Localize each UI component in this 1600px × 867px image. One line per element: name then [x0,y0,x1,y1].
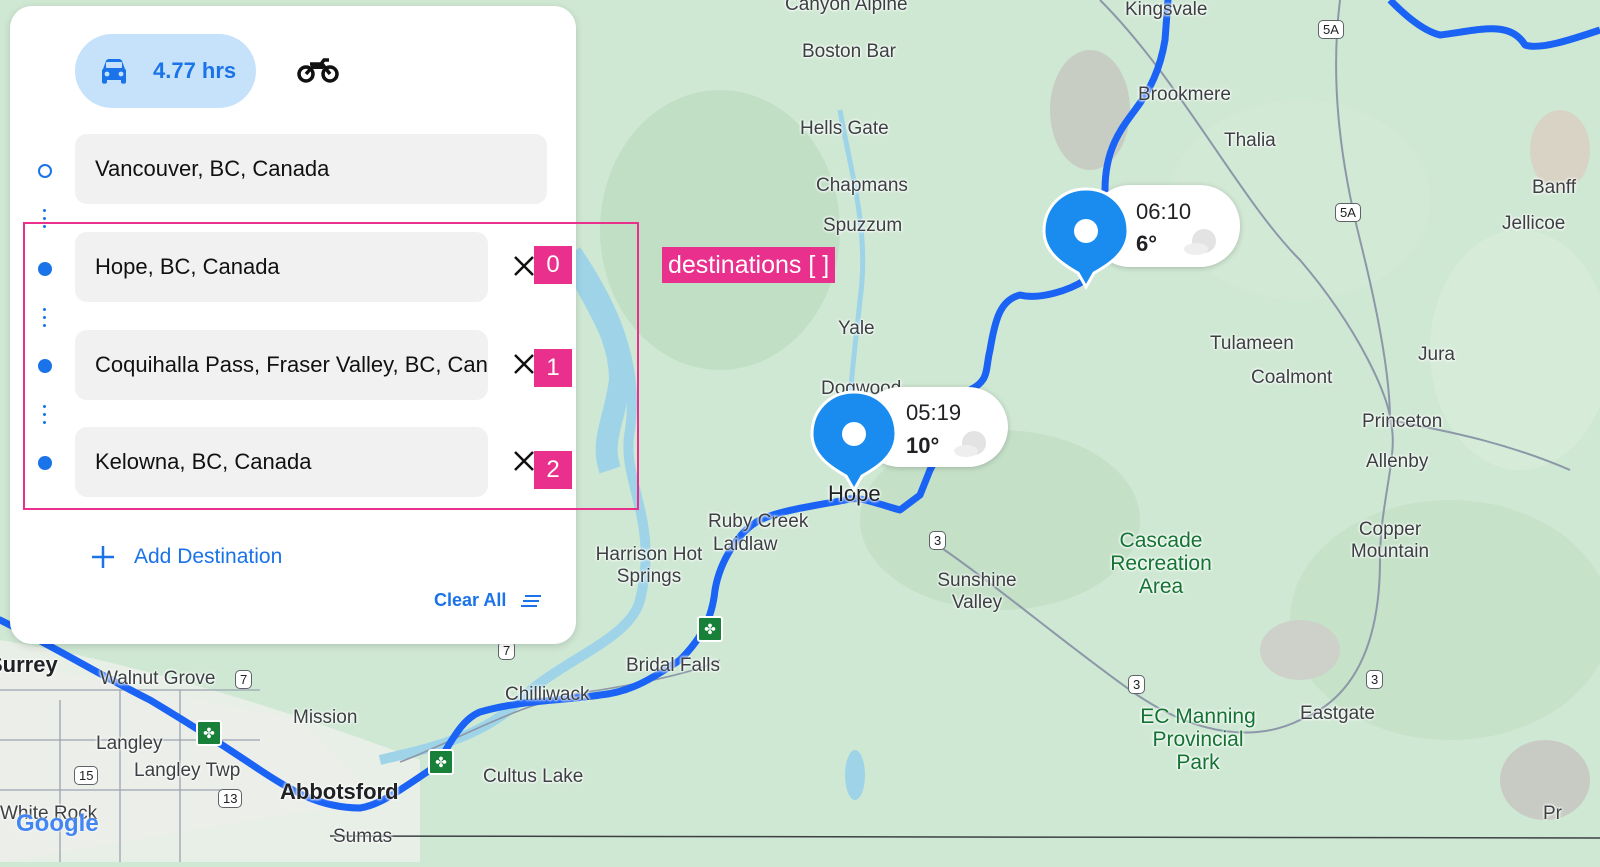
cloud-icon [1184,229,1216,255]
index-badge: 1 [534,349,572,387]
index-badge: 2 [534,451,572,489]
motorcycle-mode-button[interactable] [296,54,340,84]
map-label: Coalmont [1251,367,1333,388]
clear-all-label: Clear All [434,590,507,610]
clear-all-button[interactable]: Clear All [434,590,543,611]
map-label: Pr [1543,803,1562,824]
map-label: Jellicoe [1502,213,1566,234]
map-label: Spuzzum [823,215,903,236]
map-label: Allenby [1366,451,1429,472]
highway-shield: 7 [235,670,253,689]
map-label: Laidlaw [713,534,778,555]
map-label: Ruby Creek [708,511,809,532]
google-logo: Google [16,810,99,837]
map-label: Thalia [1224,130,1276,151]
weather-time: 05:19 [906,400,962,425]
map-label: Eastgate [1300,703,1375,724]
drive-time: 4.77 hrs [153,58,237,83]
cloud-icon [954,431,986,457]
origin-dot-icon [38,164,52,178]
map-label: Chapmans [816,175,908,196]
weather-time: 06:10 [1136,199,1192,224]
map-label: Boston Bar [802,41,896,62]
map-label: Sunshine Valley [937,570,1017,613]
highway-shield: 5A [1318,20,1344,39]
trans-canada-shield-icon: ✤ [697,616,723,642]
map-label: Surrey [0,652,58,677]
plus-icon [92,546,114,568]
map-label: Walnut Grove [100,668,216,689]
map-label: Brookmere [1138,84,1231,105]
map-label: Banff [1532,177,1577,198]
park-label: Cascade Recreation Area [1110,529,1212,598]
highway-shield: 3 [1128,675,1146,694]
highway-shield: 3 [1366,670,1384,689]
route-waypoint-pin-icon[interactable] [1038,185,1134,295]
index-badge: 0 [534,246,572,284]
map-label: Yale [838,318,875,339]
car-icon [102,59,126,84]
map-label: Abbotsford [280,779,399,804]
map-label: Jura [1418,344,1455,365]
map-label: Cultus Lake [483,766,584,787]
map-label: Canyon Alpine [785,0,908,15]
highway-shield: 3 [929,531,947,550]
trans-canada-shield-icon: ✤ [428,749,454,775]
weather-temp: 10° [906,433,940,458]
weather-temp: 6° [1136,231,1158,256]
route-waypoint-pin-icon[interactable] [806,388,902,498]
trans-canada-shield-icon: ✤ [196,720,222,746]
map-label: Kingsvale [1125,0,1208,20]
map-label: Copper Mountain [1350,519,1430,562]
map-label: Tulameen [1210,333,1294,354]
map-label: Sumas [333,826,393,847]
map-label: Langley Twp [134,760,241,781]
destinations-annotation-tag: destinations [ ] [662,247,836,283]
map-label: Langley [96,733,163,754]
car-mode-button[interactable]: 4.77 hrs [75,34,256,108]
origin-input[interactable]: Vancouver, BC, Canada [75,134,547,204]
clear-list-icon [521,595,542,608]
map-label: Mission [293,707,358,728]
map-label: Princeton [1362,411,1443,432]
highway-shield: 15 [74,766,99,785]
map-label: Hells Gate [800,118,889,139]
motorcycle-icon [297,58,339,83]
park-label: EC Manning Provincial Park [1140,705,1256,774]
highway-shield: 5A [1335,203,1361,222]
map-label: Bridal Falls [626,655,720,676]
map-label: Harrison Hot Springs [595,544,703,587]
map-label: Chilliwack [505,684,590,705]
highway-shield: 13 [218,789,243,808]
add-destination-label: Add Destination [134,545,283,568]
